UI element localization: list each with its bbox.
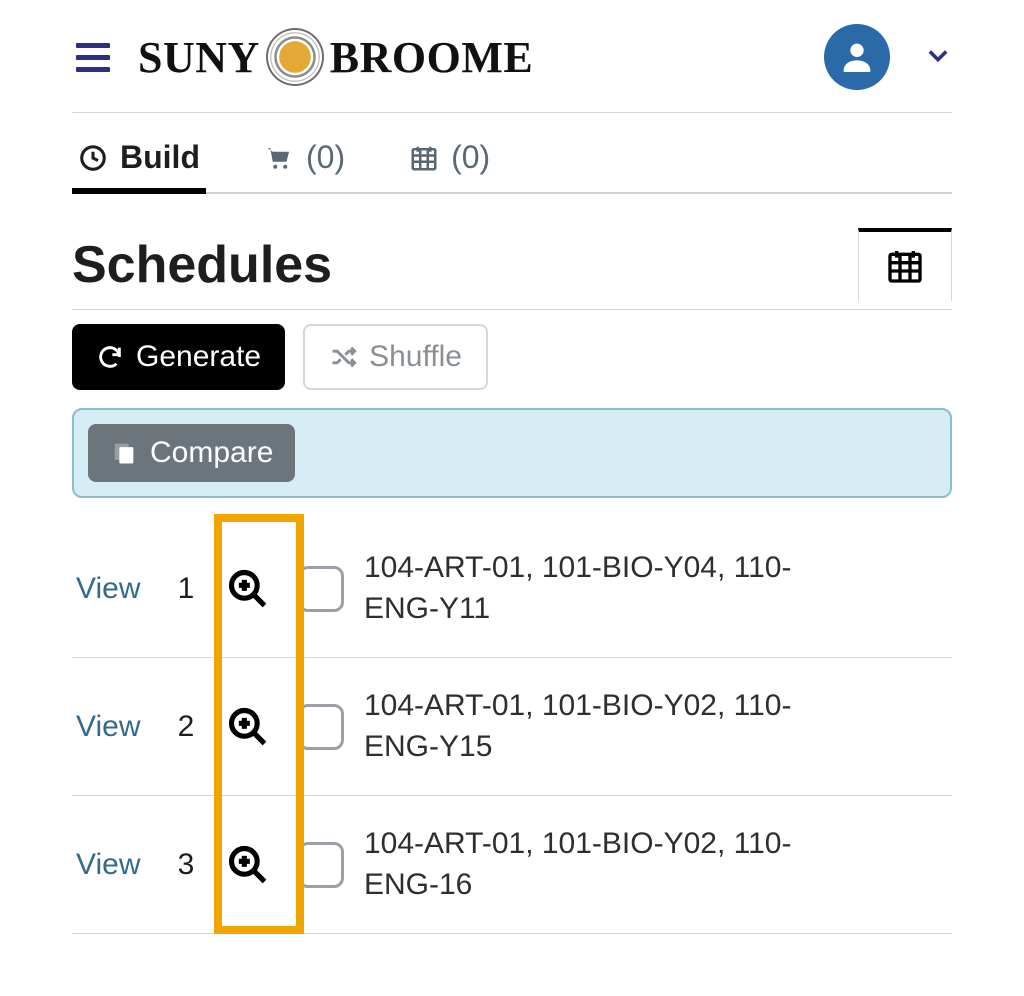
page-title: Schedules: [72, 235, 332, 295]
select-checkbox[interactable]: [298, 704, 344, 750]
compare-panel: Compare: [72, 408, 952, 498]
view-link[interactable]: View: [76, 848, 154, 882]
brand-logo: SUNY BROOME: [138, 28, 533, 86]
magnify-plus-icon: [226, 567, 270, 611]
avatar[interactable]: [824, 24, 890, 90]
college-seal-icon: [266, 28, 324, 86]
schedule-list: View 1 104-ART-01, 101-BIO-Y04, 110-ENG-…: [72, 520, 952, 934]
course-list: 104-ART-01, 101-BIO-Y02, 110-ENG-16: [364, 824, 794, 905]
tab-cart-label: (0): [306, 139, 345, 176]
brand-text-left: SUNY: [138, 32, 260, 83]
divider: [72, 309, 952, 310]
compare-button[interactable]: Compare: [88, 424, 295, 482]
schedule-row: View 2 104-ART-01, 101-BIO-Y02, 110-ENG-…: [72, 658, 952, 796]
compare-label: Compare: [150, 436, 273, 470]
tab-calendar[interactable]: (0): [403, 139, 496, 192]
brand-text-right: BROOME: [330, 32, 533, 83]
generate-button[interactable]: Generate: [72, 324, 285, 390]
view-link[interactable]: View: [76, 710, 154, 744]
shuffle-icon: [329, 343, 357, 371]
view-link[interactable]: View: [76, 572, 154, 606]
select-checkbox[interactable]: [298, 566, 344, 612]
chevron-down-icon: [924, 41, 952, 69]
tab-calendar-label: (0): [451, 139, 490, 176]
copy-icon: [110, 439, 138, 467]
zoom-button[interactable]: [218, 567, 278, 611]
magnify-plus-icon: [226, 705, 270, 749]
schedule-number: 1: [174, 572, 198, 606]
course-list: 104-ART-01, 101-BIO-Y04, 110-ENG-Y11: [364, 548, 794, 629]
zoom-button[interactable]: [218, 843, 278, 887]
tab-bar: Build (0) (0): [72, 113, 952, 194]
magnify-plus-icon: [226, 843, 270, 887]
calendar-view-toggle[interactable]: [858, 228, 952, 301]
select-checkbox[interactable]: [298, 842, 344, 888]
tab-cart[interactable]: (0): [258, 139, 351, 192]
course-list: 104-ART-01, 101-BIO-Y02, 110-ENG-Y15: [364, 686, 794, 767]
calendar-grid-icon: [885, 246, 925, 286]
cart-icon: [264, 143, 294, 173]
shuffle-button[interactable]: Shuffle: [303, 324, 488, 390]
schedule-number: 3: [174, 848, 198, 882]
account-dropdown-toggle[interactable]: [924, 41, 952, 74]
tab-build-label: Build: [120, 139, 200, 176]
schedule-row: View 3 104-ART-01, 101-BIO-Y02, 110-ENG-…: [72, 796, 952, 934]
shuffle-label: Shuffle: [369, 340, 462, 374]
schedule-row: View 1 104-ART-01, 101-BIO-Y04, 110-ENG-…: [72, 520, 952, 658]
calendar-icon: [409, 143, 439, 173]
clock-icon: [78, 143, 108, 173]
person-icon: [837, 37, 877, 77]
generate-label: Generate: [136, 340, 261, 374]
tab-build[interactable]: Build: [72, 139, 206, 192]
zoom-button[interactable]: [218, 705, 278, 749]
schedule-number: 2: [174, 710, 198, 744]
menu-icon[interactable]: [72, 39, 114, 76]
refresh-icon: [96, 343, 124, 371]
